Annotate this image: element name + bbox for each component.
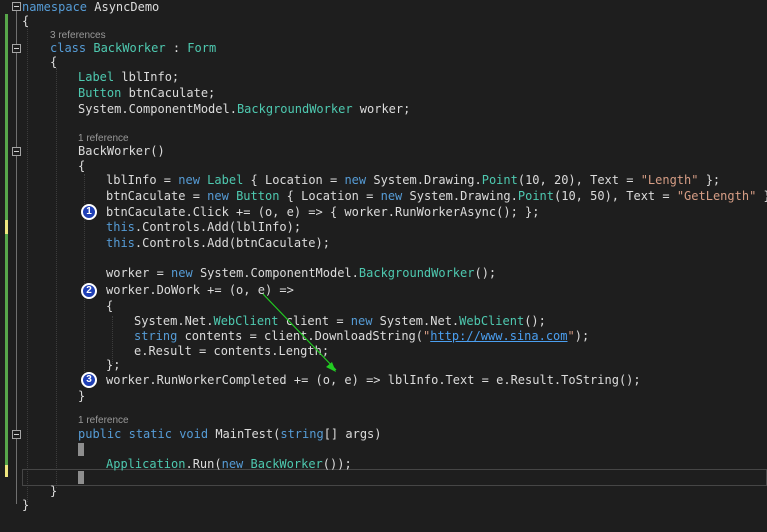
annotation-arrow xyxy=(262,293,337,372)
